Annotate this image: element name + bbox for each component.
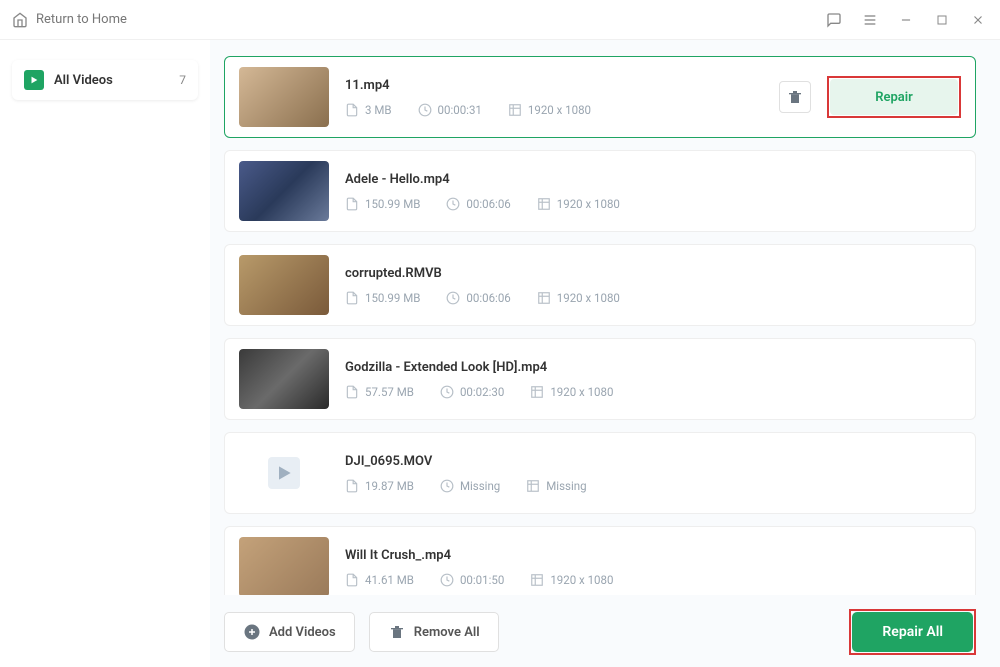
video-resolution: 1920 x 1080: [528, 103, 591, 117]
clock-icon: [440, 573, 454, 587]
file-icon: [345, 479, 359, 493]
resolution-icon: [526, 479, 540, 493]
sidebar-item-label: All Videos: [54, 73, 179, 88]
minimize-button[interactable]: [896, 10, 916, 30]
video-duration: 00:00:31: [438, 103, 482, 117]
video-thumbnail: [239, 255, 329, 315]
video-card[interactable]: Will It Crush_.mp4 41.61 MB 00:01:50 192…: [224, 526, 976, 595]
trash-icon: [787, 89, 803, 105]
close-button[interactable]: [968, 10, 988, 30]
trash-icon: [388, 623, 406, 641]
video-duration: 00:06:06: [466, 291, 510, 305]
video-placeholder-icon: [268, 457, 300, 489]
file-icon: [345, 385, 359, 399]
resolution-icon: [537, 291, 551, 305]
video-thumbnail: [239, 161, 329, 221]
video-resolution: Missing: [546, 479, 586, 493]
sidebar-item-count: 7: [179, 73, 186, 87]
video-size: 150.99 MB: [365, 197, 420, 211]
resolution-icon: [508, 103, 522, 117]
video-resolution: 1920 x 1080: [557, 197, 620, 211]
repair-label: Repair: [875, 90, 913, 105]
sidebar: All Videos 7: [0, 40, 210, 667]
clock-icon: [440, 385, 454, 399]
plus-circle-icon: [243, 623, 261, 641]
video-duration: 00:06:06: [466, 197, 510, 211]
resolution-icon: [530, 385, 544, 399]
video-resolution: 1920 x 1080: [557, 291, 620, 305]
video-name: DJI_0695.MOV: [345, 454, 961, 469]
maximize-button[interactable]: [932, 10, 952, 30]
repair-button[interactable]: Repair: [830, 79, 958, 115]
video-card[interactable]: Godzilla - Extended Look [HD].mp4 57.57 …: [224, 338, 976, 420]
remove-all-label: Remove All: [414, 625, 480, 640]
return-home-button[interactable]: Return to Home: [12, 12, 127, 28]
video-duration: 00:01:50: [460, 573, 504, 587]
file-icon: [345, 197, 359, 211]
video-thumbnail: [239, 443, 329, 503]
video-card[interactable]: Adele - Hello.mp4 150.99 MB 00:06:06 192…: [224, 150, 976, 232]
clock-icon: [446, 197, 460, 211]
sidebar-item-all-videos[interactable]: All Videos 7: [12, 60, 198, 100]
video-size: 150.99 MB: [365, 291, 420, 305]
repair-all-label: Repair All: [882, 624, 943, 640]
video-duration: Missing: [460, 479, 500, 493]
delete-video-button[interactable]: [779, 81, 811, 113]
bottom-bar: Add Videos Remove All Repair All: [224, 595, 976, 655]
remove-all-button[interactable]: Remove All: [369, 612, 499, 652]
video-name: 11.mp4: [345, 78, 779, 93]
video-size: 41.61 MB: [365, 573, 414, 587]
video-size: 57.57 MB: [365, 385, 414, 399]
add-videos-label: Add Videos: [269, 625, 336, 640]
clock-icon: [440, 479, 454, 493]
video-card[interactable]: 11.mp4 3 MB 00:00:31 1920 x 1080 Repair: [224, 56, 976, 138]
video-size: 19.87 MB: [365, 479, 414, 493]
video-thumbnail: [239, 67, 329, 127]
resolution-icon: [530, 573, 544, 587]
video-name: Godzilla - Extended Look [HD].mp4: [345, 360, 961, 375]
resolution-icon: [537, 197, 551, 211]
video-name: Adele - Hello.mp4: [345, 172, 961, 187]
video-resolution: 1920 x 1080: [550, 573, 613, 587]
file-icon: [345, 291, 359, 305]
repair-all-button[interactable]: Repair All: [852, 612, 973, 652]
return-home-label: Return to Home: [36, 12, 127, 27]
file-icon: [345, 103, 359, 117]
video-name: corrupted.RMVB: [345, 266, 961, 281]
home-icon: [12, 12, 28, 28]
feedback-button[interactable]: [824, 10, 844, 30]
clock-icon: [418, 103, 432, 117]
video-resolution: 1920 x 1080: [550, 385, 613, 399]
add-videos-button[interactable]: Add Videos: [224, 612, 355, 652]
video-duration: 00:02:30: [460, 385, 504, 399]
video-thumbnail: [239, 537, 329, 595]
video-card[interactable]: DJI_0695.MOV 19.87 MB Missing Missing: [224, 432, 976, 514]
video-thumbnail: [239, 349, 329, 409]
video-name: Will It Crush_.mp4: [345, 548, 961, 563]
menu-button[interactable]: [860, 10, 880, 30]
video-size: 3 MB: [365, 103, 392, 117]
clock-icon: [446, 291, 460, 305]
file-icon: [345, 573, 359, 587]
play-icon: [24, 70, 44, 90]
video-card[interactable]: corrupted.RMVB 150.99 MB 00:06:06 1920 x…: [224, 244, 976, 326]
